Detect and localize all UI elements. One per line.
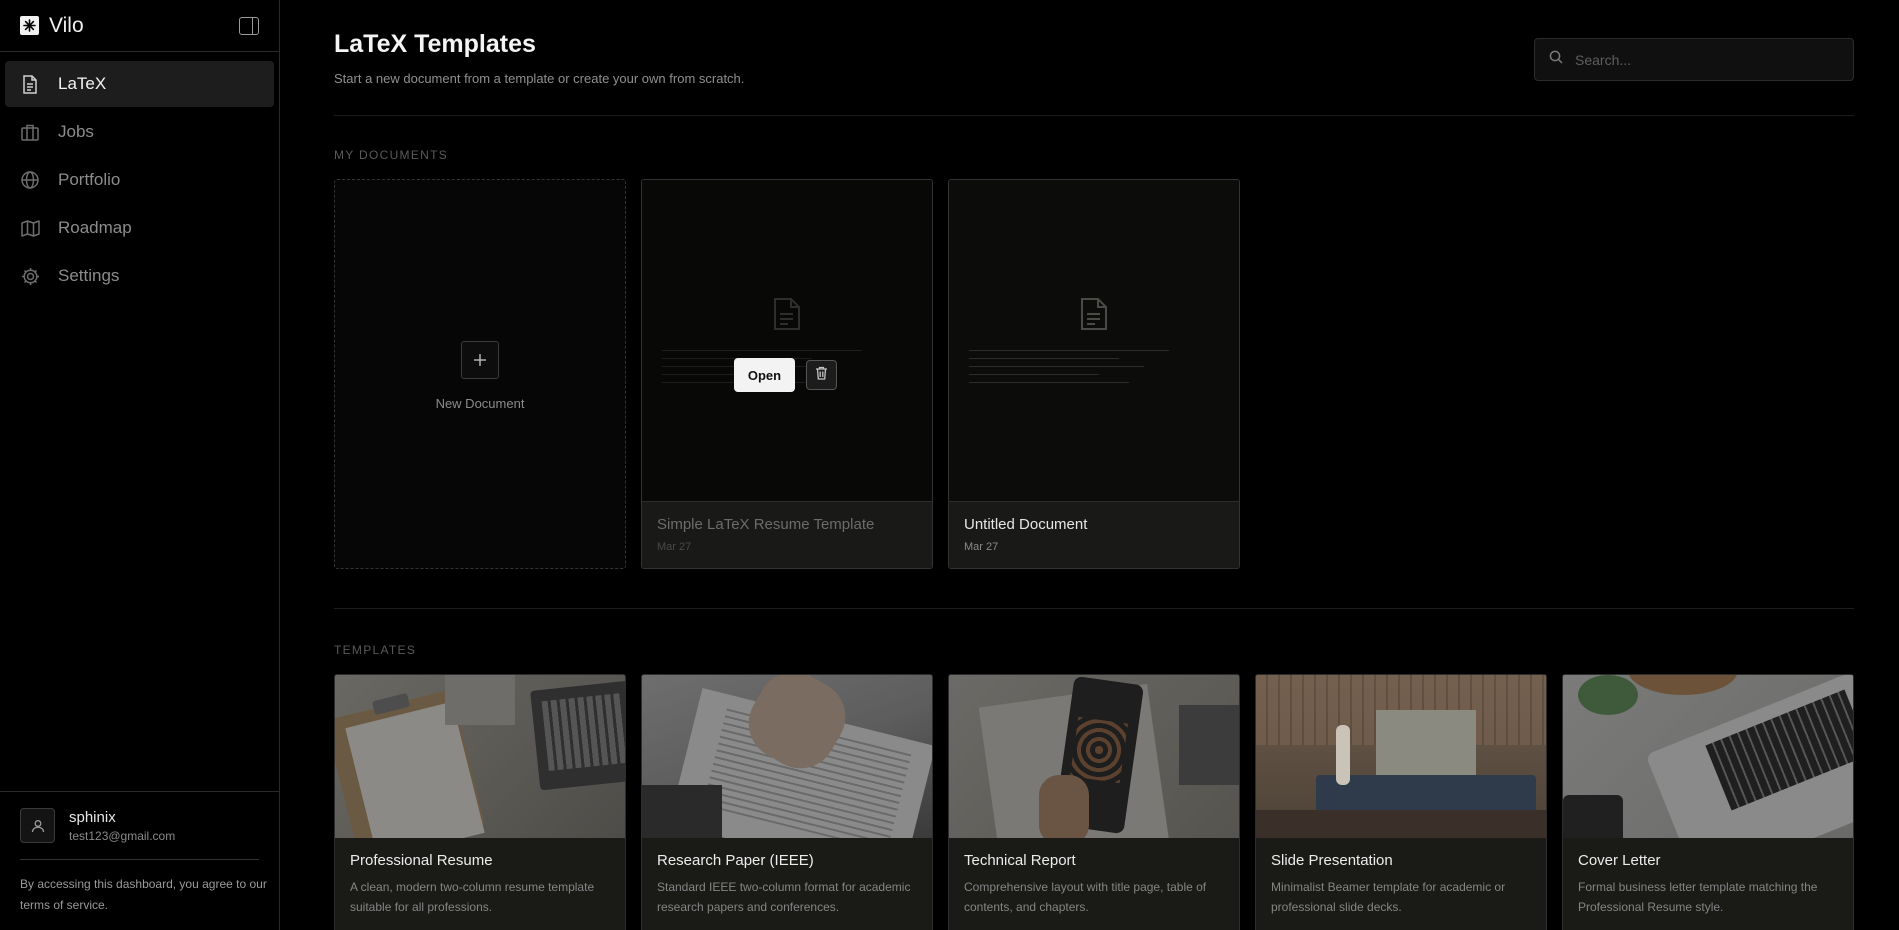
template-description: Minimalist Beamer template for academic … — [1271, 880, 1506, 914]
template-meta: Technical Report Comprehensive layout wi… — [949, 838, 1239, 917]
template-thumbnail — [642, 675, 932, 838]
document-date: Mar 27 — [657, 541, 692, 553]
template-thumbnail — [335, 675, 625, 838]
document-icon — [773, 297, 801, 336]
document-meta: Untitled Document Mar 27 — [949, 501, 1239, 568]
gear-icon — [20, 266, 40, 286]
template-meta: Slide Presentation Minimalist Beamer tem… — [1256, 838, 1546, 917]
user-name: sphinix — [69, 808, 116, 826]
template-thumbnail — [1563, 675, 1853, 838]
sidebar-item-label: LaTeX — [58, 74, 107, 93]
divider — [334, 608, 1854, 609]
divider — [20, 859, 259, 860]
document-date: Mar 27 — [964, 541, 999, 553]
preview-line — [662, 350, 862, 351]
page-subtitle: Start a new document from a template or … — [334, 71, 745, 86]
document-meta: Simple LaTeX Resume Template Mar 27 — [642, 501, 932, 568]
sidebar-item-settings[interactable]: Settings — [5, 253, 274, 299]
preview-line — [969, 374, 1099, 375]
template-meta: Professional Resume A clean, modern two-… — [335, 838, 625, 917]
new-document-card[interactable]: New Document — [334, 179, 626, 569]
search-box[interactable] — [1534, 38, 1854, 81]
section-label-my-documents: MY DOCUMENTS — [334, 148, 449, 162]
user-panel: sphinix test123@gmail.com By accessing t… — [0, 791, 279, 930]
template-title: Technical Report — [964, 852, 1076, 869]
trash-icon — [815, 366, 828, 385]
sidebar-item-latex[interactable]: LaTeX — [5, 61, 274, 107]
sidebar-item-portfolio[interactable]: Portfolio — [5, 157, 274, 203]
template-card[interactable]: Slide Presentation Minimalist Beamer tem… — [1255, 674, 1547, 930]
document-preview: Open — [642, 180, 932, 501]
preview-line — [969, 358, 1119, 359]
template-description: A clean, modern two-column resume templa… — [350, 880, 595, 914]
preview-line — [969, 382, 1129, 383]
brand-name: Vilo — [49, 13, 84, 37]
map-icon — [20, 218, 40, 238]
template-description: Comprehensive layout with title page, ta… — [964, 880, 1207, 914]
template-meta: Cover Letter Formal business letter temp… — [1563, 838, 1853, 917]
terms-notice: By accessing this dashboard, you agree t… — [20, 877, 267, 912]
document-card[interactable]: Untitled Document Mar 27 — [948, 179, 1240, 569]
plus-icon — [461, 341, 499, 379]
template-title: Slide Presentation — [1271, 852, 1393, 869]
new-document-label: New Document — [435, 396, 525, 411]
template-description: Formal business letter template matching… — [1578, 880, 1818, 914]
document-icon — [1080, 297, 1108, 336]
avatar — [20, 808, 55, 843]
sidebar-item-label: Jobs — [58, 122, 94, 141]
section-label-templates: TEMPLATES — [334, 643, 417, 657]
brand-header: Vilo — [0, 0, 279, 52]
vilo-logo-icon — [20, 16, 39, 35]
document-title: Untitled Document — [964, 516, 1088, 533]
template-title: Cover Letter — [1578, 852, 1661, 869]
sidebar-item-roadmap[interactable]: Roadmap — [5, 205, 274, 251]
globe-icon — [20, 170, 40, 190]
sidebar-item-label: Roadmap — [58, 218, 132, 237]
preview-line — [969, 350, 1169, 351]
document-title: Simple LaTeX Resume Template — [657, 516, 875, 533]
document-preview — [949, 180, 1239, 501]
template-title: Research Paper (IEEE) — [657, 852, 814, 869]
search-input[interactable] — [1575, 51, 1835, 68]
template-card[interactable]: Technical Report Comprehensive layout wi… — [948, 674, 1240, 930]
sidebar-collapse-icon[interactable] — [239, 16, 259, 35]
sidebar-item-label: Settings — [58, 266, 120, 285]
template-title: Professional Resume — [350, 852, 493, 869]
page-title: LaTeX Templates — [334, 30, 536, 58]
user-profile[interactable]: sphinix test123@gmail.com — [20, 808, 259, 843]
sidebar-item-label: Portfolio — [58, 170, 121, 189]
user-email: test123@gmail.com — [69, 828, 176, 843]
template-card[interactable]: Professional Resume A clean, modern two-… — [334, 674, 626, 930]
search-icon — [1549, 50, 1563, 69]
preview-line — [969, 366, 1144, 367]
template-description: Standard IEEE two-column format for acad… — [657, 880, 911, 914]
sidebar-nav: LaTeX Jobs Portfolio Roadmap Settings — [0, 52, 279, 310]
template-card[interactable]: Cover Letter Formal business letter temp… — [1562, 674, 1854, 930]
template-thumbnail — [949, 675, 1239, 838]
divider — [334, 115, 1854, 116]
sidebar-item-jobs[interactable]: Jobs — [5, 109, 274, 155]
template-meta: Research Paper (IEEE) Standard IEEE two-… — [642, 838, 932, 917]
sidebar: Vilo LaTeX Jobs Portfolio Roadmap Settin… — [0, 0, 280, 930]
delete-button[interactable] — [806, 360, 837, 390]
briefcase-icon — [20, 122, 40, 142]
template-card[interactable]: Research Paper (IEEE) Standard IEEE two-… — [641, 674, 933, 930]
document-card[interactable]: Open Simple LaTeX Resume Template Mar 27 — [641, 179, 933, 569]
template-thumbnail — [1256, 675, 1546, 838]
open-button[interactable]: Open — [734, 358, 795, 392]
document-icon — [20, 74, 40, 94]
